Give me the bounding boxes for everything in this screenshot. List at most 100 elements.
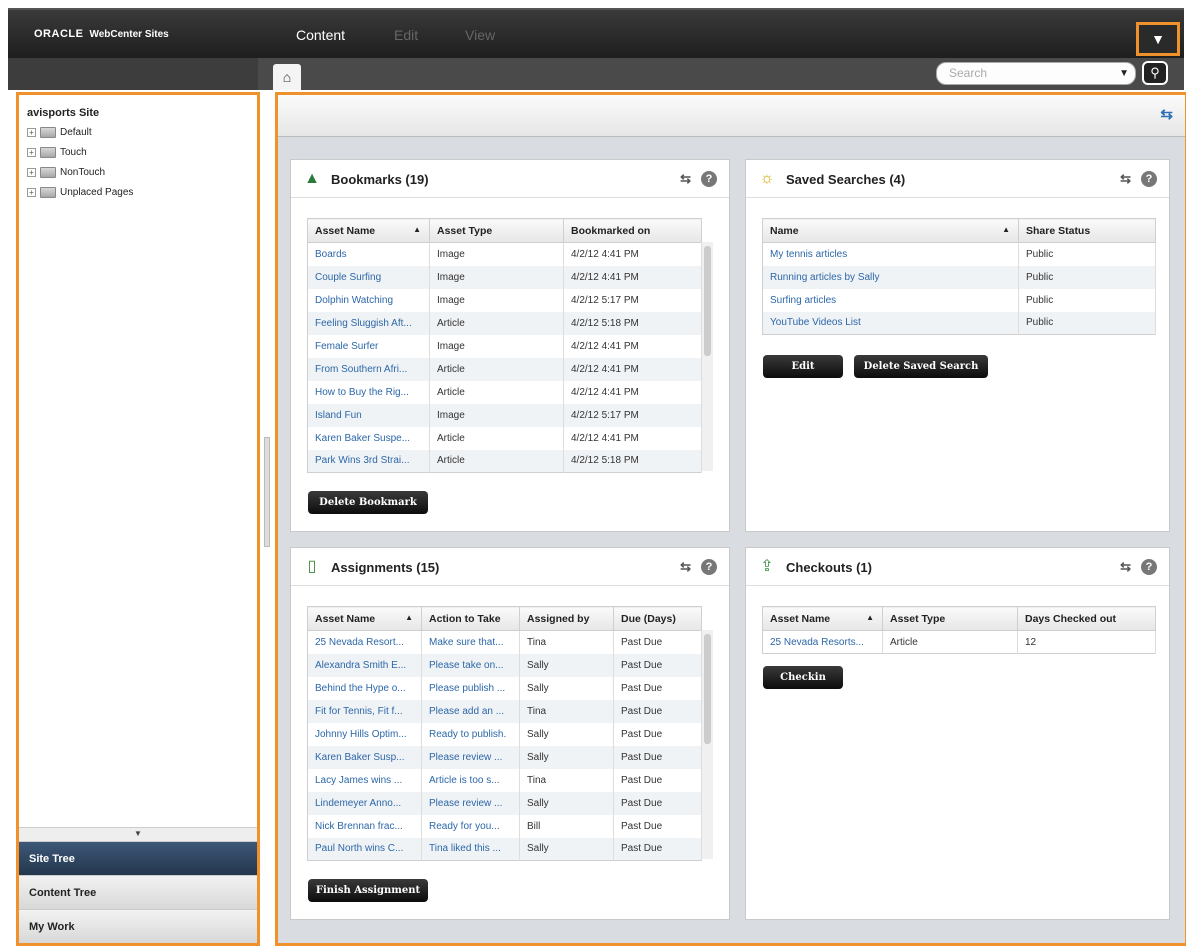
table-cell[interactable]: Ready to publish. [421, 722, 520, 746]
scroll-thumb[interactable] [704, 246, 711, 356]
asset-link[interactable]: Island Fun [307, 403, 430, 427]
table-row[interactable]: Park Wins 3rd Strai... Article 4/2/12 5:18… [307, 449, 702, 473]
help-icon[interactable]: ? [1141, 171, 1157, 187]
table-cell[interactable]: Please publish ... [421, 676, 520, 700]
asset-link[interactable]: Dolphin Watching [307, 288, 430, 312]
table-row[interactable]: Feeling Sluggish Aft... Article 4/2/12 5:1… [307, 311, 702, 335]
asset-link[interactable]: Couple Surfing [307, 265, 430, 289]
column-header[interactable]: Bookmarked on [563, 218, 702, 243]
asset-link[interactable]: Nick Brennan frac... [307, 814, 422, 838]
search-button[interactable]: ⚲ [1142, 61, 1168, 85]
asset-link[interactable]: My tennis articles [762, 242, 1019, 266]
edit-saved-search-button[interactable]: Edit [763, 355, 843, 378]
table-cell[interactable]: Please take on... [421, 653, 520, 677]
column-header[interactable]: Asset Type [429, 218, 564, 243]
asset-link[interactable]: Alexandra Smith E... [307, 653, 422, 677]
checkin-button[interactable]: Checkin [763, 666, 843, 689]
expand-icon[interactable]: + [27, 148, 36, 157]
help-icon[interactable]: ? [701, 171, 717, 187]
table-row[interactable]: Running articles by Sally Public [762, 265, 1156, 289]
asset-link[interactable]: Lindemeyer Anno... [307, 791, 422, 815]
asset-link[interactable]: YouTube Videos List [762, 311, 1019, 335]
column-header[interactable]: Action to Take [421, 606, 520, 631]
table-row[interactable]: Behind the Hype o... Please publish ... Sa… [307, 676, 702, 700]
asset-link[interactable]: Karen Baker Susp... [307, 745, 422, 769]
table-row[interactable]: 25 Nevada Resort... Make sure that... Tina… [307, 630, 702, 654]
refresh-icon[interactable]: ⇆ [680, 171, 691, 187]
table-row[interactable]: Fit for Tennis, Fit f... Please add an ..… [307, 699, 702, 723]
asset-link[interactable]: Paul North wins C... [307, 837, 422, 861]
nav-content-tree[interactable]: Content Tree [19, 875, 257, 909]
table-row[interactable]: How to Buy the Rig... Article 4/2/12 4:41 … [307, 380, 702, 404]
column-header[interactable]: Asset Name ▲ [762, 606, 883, 631]
column-header[interactable]: Asset Type [882, 606, 1018, 631]
table-cell[interactable]: Tina liked this ... [421, 837, 520, 861]
table-row[interactable]: Johnny Hills Optim... Ready to publish. Sa… [307, 722, 702, 746]
home-tab[interactable]: ⌂ [273, 64, 301, 90]
delete-bookmark-button[interactable]: Delete Bookmark [308, 491, 428, 514]
nav-my-work[interactable]: My Work [19, 909, 257, 943]
table-row[interactable]: Lindemeyer Anno... Please review ... Sally… [307, 791, 702, 815]
table-cell[interactable]: Make sure that... [421, 630, 520, 654]
asset-link[interactable]: Johnny Hills Optim... [307, 722, 422, 746]
asset-link[interactable]: Feeling Sluggish Aft... [307, 311, 430, 335]
splitter-grip[interactable] [264, 437, 270, 547]
table-row[interactable]: My tennis articles Public [762, 242, 1156, 266]
collapse-handle[interactable]: ▼ [19, 827, 257, 841]
table-cell[interactable]: Article is too s... [421, 768, 520, 792]
asset-link[interactable]: 25 Nevada Resort... [307, 630, 422, 654]
tree-node-unplaced-pages[interactable]: + Unplaced Pages [27, 187, 133, 198]
table-row[interactable]: Karen Baker Susp... Please review ... Sall… [307, 745, 702, 769]
asset-link[interactable]: Karen Baker Suspe... [307, 426, 430, 450]
finish-assignment-button[interactable]: Finish Assignment [308, 879, 428, 902]
panel-splitter[interactable] [262, 92, 272, 946]
asset-link[interactable]: Park Wins 3rd Strai... [307, 449, 430, 473]
table-cell[interactable]: Please add an ... [421, 699, 520, 723]
table-row[interactable]: Lacy James wins ... Article is too s... Ti… [307, 768, 702, 792]
asset-link[interactable]: Behind the Hype o... [307, 676, 422, 700]
column-header[interactable]: Assigned by [519, 606, 614, 631]
dropdown-menu-button[interactable]: ▼ [1136, 22, 1180, 56]
asset-link[interactable]: Running articles by Sally [762, 265, 1019, 289]
asset-link[interactable]: 25 Nevada Resorts... [762, 630, 883, 654]
help-icon[interactable]: ? [701, 559, 717, 575]
table-row[interactable]: Karen Baker Suspe... Article 4/2/12 4:41 P… [307, 426, 702, 450]
asset-link[interactable]: Fit for Tennis, Fit f... [307, 699, 422, 723]
menu-view[interactable]: View [465, 27, 495, 43]
asset-link[interactable]: Surfing articles [762, 288, 1019, 312]
asset-link[interactable]: Lacy James wins ... [307, 768, 422, 792]
vertical-scrollbar[interactable] [701, 242, 713, 471]
tree-node-default[interactable]: + Default [27, 127, 92, 138]
table-row[interactable]: YouTube Videos List Public [762, 311, 1156, 335]
scroll-thumb[interactable] [704, 634, 711, 744]
asset-link[interactable]: Female Surfer [307, 334, 430, 358]
table-row[interactable]: 25 Nevada Resorts... Article 12 [762, 630, 1156, 654]
vertical-scrollbar[interactable] [701, 630, 713, 859]
expand-icon[interactable]: + [27, 188, 36, 197]
table-row[interactable]: Boards Image 4/2/12 4:41 PM [307, 242, 702, 266]
table-cell[interactable]: Please review ... [421, 791, 520, 815]
refresh-all-icon[interactable]: ⇆ [1160, 105, 1173, 123]
sort-ascending-icon[interactable]: ▲ [1002, 225, 1010, 234]
column-header[interactable]: Due (Days) [613, 606, 702, 631]
column-header[interactable]: Asset Name ▲ [307, 606, 422, 631]
asset-link[interactable]: From Southern Afri... [307, 357, 430, 381]
column-header[interactable]: Name ▲ [762, 218, 1019, 243]
table-row[interactable]: Paul North wins C... Tina liked this ... S… [307, 837, 702, 861]
expand-icon[interactable]: + [27, 128, 36, 137]
table-cell[interactable]: Ready for you... [421, 814, 520, 838]
table-row[interactable]: Island Fun Image 4/2/12 5:17 PM [307, 403, 702, 427]
table-row[interactable]: Female Surfer Image 4/2/12 4:41 PM [307, 334, 702, 358]
asset-link[interactable]: How to Buy the Rig... [307, 380, 430, 404]
menu-edit[interactable]: Edit [394, 27, 418, 43]
table-row[interactable]: Nick Brennan frac... Ready for you... Bill… [307, 814, 702, 838]
column-header[interactable]: Asset Name ▲ [307, 218, 430, 243]
table-row[interactable]: Alexandra Smith E... Please take on... Sal… [307, 653, 702, 677]
refresh-icon[interactable]: ⇆ [1120, 559, 1131, 575]
help-icon[interactable]: ? [1141, 559, 1157, 575]
expand-icon[interactable]: + [27, 168, 36, 177]
refresh-icon[interactable]: ⇆ [680, 559, 691, 575]
sort-ascending-icon[interactable]: ▲ [413, 225, 421, 234]
column-header[interactable]: Days Checked out [1017, 606, 1156, 631]
tree-node-nontouch[interactable]: + NonTouch [27, 167, 105, 178]
